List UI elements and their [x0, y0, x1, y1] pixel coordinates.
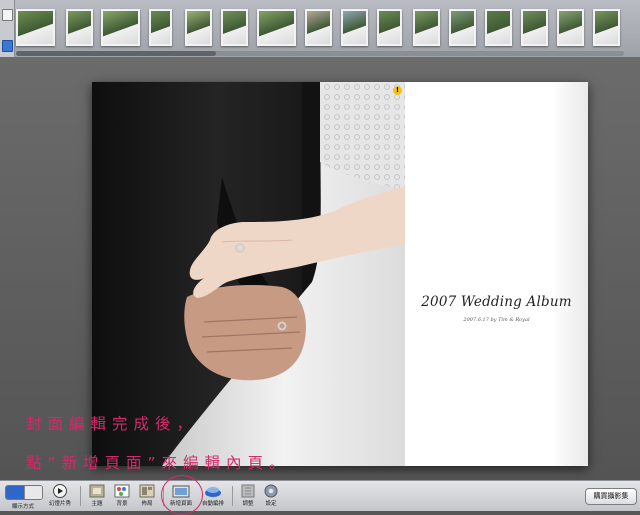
- photo-thumb-16[interactable]: [593, 9, 620, 46]
- album-title[interactable]: 2007 Wedding Album: [405, 294, 588, 310]
- photo-thumb-3[interactable]: [101, 9, 140, 46]
- photo-thumb-12[interactable]: [449, 9, 476, 46]
- photo-browser-strip: [0, 0, 640, 58]
- settings-button[interactable]: 設定: [255, 483, 287, 510]
- single-page-view-icon[interactable]: [24, 486, 42, 499]
- photo-thumb-15[interactable]: [557, 9, 584, 46]
- photo-thumb-14[interactable]: [521, 9, 548, 46]
- photo-thumb-6[interactable]: [221, 9, 248, 46]
- warning-icon[interactable]: !: [393, 86, 402, 95]
- two-page-view-icon[interactable]: [6, 486, 24, 499]
- photo-thumb-10[interactable]: [377, 9, 402, 46]
- photo-thumb-5[interactable]: [185, 9, 212, 46]
- wedding-hands-photo: [92, 82, 405, 466]
- document-icon[interactable]: [2, 9, 13, 21]
- annotation-line-2: 點”新增頁面”來編輯內頁。: [26, 454, 291, 472]
- autoflow-icon: [204, 483, 222, 497]
- play-icon: [51, 483, 69, 498]
- photo-thumb-13[interactable]: [485, 9, 512, 46]
- photo-thumb-9[interactable]: [341, 9, 368, 46]
- settings-label: 設定: [265, 501, 277, 507]
- strip-side-panel: [0, 0, 15, 57]
- bottom-toolbar: 顯示方式 幻燈片秀 主題 背景 佈局 新增頁面 自動編排 調整 設定 購買攝影集: [0, 480, 640, 511]
- theme-icon: [88, 483, 106, 498]
- slideshow-label: 幻燈片秀: [48, 501, 71, 507]
- photo-thumb-7[interactable]: [257, 9, 296, 46]
- strip-scroll-thumb[interactable]: [16, 51, 216, 56]
- photo-thumb-11[interactable]: [413, 9, 440, 46]
- photo-thumb-4[interactable]: [149, 9, 172, 46]
- layout-icon: [138, 483, 156, 498]
- photo-thumb-8[interactable]: [305, 9, 332, 46]
- cover-photo[interactable]: !: [92, 82, 405, 466]
- view-mode-control[interactable]: [5, 485, 43, 500]
- photo-thumb-2[interactable]: [66, 9, 93, 46]
- gear-icon: [262, 483, 280, 498]
- strip-scrollbar[interactable]: [16, 51, 624, 56]
- album-subtitle[interactable]: 2007.6.17 by Tim & Royal: [405, 317, 588, 323]
- annotation-highlight-circle: [161, 475, 203, 515]
- layout-label: 佈局: [141, 501, 153, 507]
- cover-text-page[interactable]: 2007 Wedding Album 2007.6.17 by Tim & Ro…: [405, 82, 588, 466]
- view-mode-label: 顯示方式: [11, 504, 34, 510]
- layout-button[interactable]: 佈局: [131, 483, 163, 510]
- buy-book-button[interactable]: 購買攝影集: [585, 488, 637, 505]
- photo-thumb-1[interactable]: [16, 9, 55, 46]
- palette-icon: [113, 483, 131, 498]
- slideshow-button[interactable]: 幻燈片秀: [44, 483, 76, 510]
- photos-stack-icon[interactable]: [2, 40, 13, 52]
- annotation-line-1: 封面編輯完成後，: [26, 415, 199, 433]
- album-spread: ! 2007 Wedding Album 2007.6.17 by Tim & …: [92, 82, 588, 466]
